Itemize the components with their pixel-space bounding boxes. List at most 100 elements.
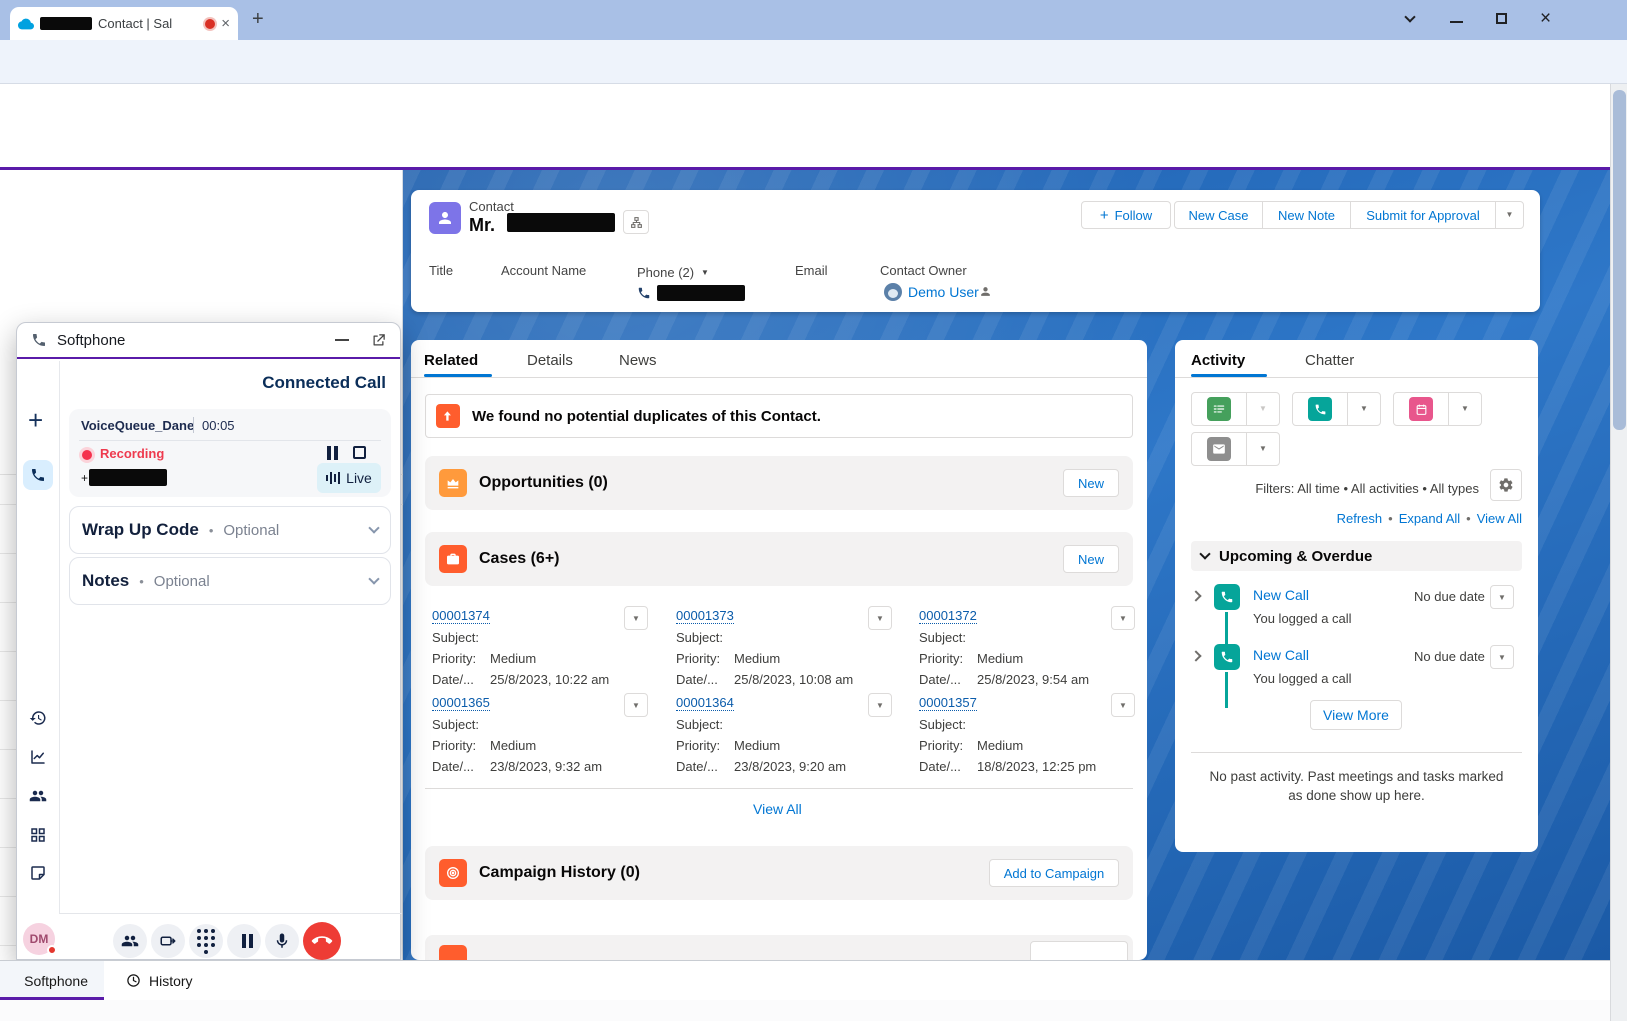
expand-item-icon[interactable] xyxy=(1190,590,1201,601)
tab-details[interactable]: Details xyxy=(527,352,573,369)
change-owner-icon[interactable] xyxy=(979,285,992,298)
softphone-title: Softphone xyxy=(57,332,125,349)
page-scrollbar[interactable] xyxy=(1610,84,1627,1021)
window-maximize-icon[interactable] xyxy=(1496,13,1507,24)
utility-tab-history[interactable]: History xyxy=(116,961,203,1000)
agent-avatar[interactable]: DM xyxy=(23,923,55,955)
new-event-button[interactable] xyxy=(1394,393,1448,425)
case-number-link[interactable]: 00001364 xyxy=(676,695,734,711)
priority-value: Medium xyxy=(490,738,536,753)
expand-all-link[interactable]: Expand All xyxy=(1399,511,1460,526)
call-history-icon[interactable] xyxy=(29,709,47,727)
mute-button[interactable] xyxy=(265,924,299,958)
field-label-phone[interactable]: Phone (2) xyxy=(637,265,694,280)
window-minimize-icon[interactable] xyxy=(1450,21,1463,23)
wrapup-code-section[interactable]: Wrap Up Code • Optional xyxy=(69,506,391,554)
case-row-dropdown[interactable]: ▼ xyxy=(1111,693,1135,717)
email-button[interactable] xyxy=(1192,433,1246,465)
utility-bar: Softphone History xyxy=(0,960,1627,1000)
opportunities-title[interactable]: Opportunities (0) xyxy=(479,474,608,492)
popout-icon[interactable] xyxy=(371,333,386,348)
transfer-button[interactable] xyxy=(151,924,185,958)
stats-chart-icon[interactable] xyxy=(29,748,47,766)
case-number-link[interactable]: 00001365 xyxy=(432,695,490,711)
hold-button[interactable] xyxy=(227,924,261,958)
campaign-title[interactable]: Campaign History (0) xyxy=(479,864,640,882)
new-opportunity-button[interactable]: New xyxy=(1063,469,1119,497)
more-actions-dropdown-icon[interactable]: ▼ xyxy=(1495,202,1523,228)
expand-item-icon[interactable] xyxy=(1190,650,1201,661)
case-number-link[interactable]: 00001357 xyxy=(919,695,977,711)
utility-softphone-label: Softphone xyxy=(24,973,88,989)
task-dropdown-icon[interactable]: ▼ xyxy=(1246,393,1279,425)
call-dropdown-icon[interactable]: ▼ xyxy=(1347,393,1380,425)
cases-title[interactable]: Cases (6+) xyxy=(479,550,560,568)
name-time-divider xyxy=(193,417,194,433)
waveform-icon xyxy=(326,472,340,484)
expand-notes-icon[interactable] xyxy=(368,573,379,584)
pause-recording-icon[interactable] xyxy=(327,446,331,460)
tab-activity[interactable]: Activity xyxy=(1191,352,1245,369)
tab-chatter[interactable]: Chatter xyxy=(1305,352,1354,369)
contacts-people-icon[interactable] xyxy=(29,787,47,805)
phone-tab-button[interactable] xyxy=(23,460,53,490)
add-to-campaign-button[interactable]: Add to Campaign xyxy=(989,859,1119,887)
cases-view-all-link[interactable]: View All xyxy=(753,801,802,817)
minimize-icon[interactable] xyxy=(335,339,349,341)
new-note-button[interactable]: New Note xyxy=(1262,202,1350,228)
case-row-dropdown[interactable]: ▼ xyxy=(624,606,648,630)
upcoming-overdue-header[interactable]: Upcoming & Overdue xyxy=(1191,541,1522,571)
view-all-link[interactable]: View All xyxy=(1477,511,1522,526)
case-row-dropdown[interactable]: ▼ xyxy=(624,693,648,717)
phone-dropdown-icon[interactable]: ▼ xyxy=(701,269,709,277)
hierarchy-button[interactable] xyxy=(623,210,649,234)
activity-item-title[interactable]: New Call xyxy=(1253,647,1309,663)
new-task-button[interactable] xyxy=(1192,393,1246,425)
new-tab-button[interactable]: + xyxy=(252,8,264,31)
activity-item-dropdown[interactable]: ▼ xyxy=(1490,585,1514,609)
add-call-button[interactable]: + xyxy=(28,407,43,433)
notes-icon[interactable] xyxy=(29,864,47,882)
end-call-button[interactable] xyxy=(303,922,341,960)
tab-close-icon[interactable]: × xyxy=(221,16,230,31)
window-close-icon[interactable]: × xyxy=(1540,8,1551,30)
event-dropdown-icon[interactable]: ▼ xyxy=(1448,393,1481,425)
utility-tab-softphone[interactable]: Softphone xyxy=(0,961,104,1000)
browser-tab[interactable]: Contact | Sal × xyxy=(10,7,238,40)
row-divider xyxy=(0,553,16,554)
filters-gear-button[interactable] xyxy=(1490,469,1522,501)
case-number-link[interactable]: 00001372 xyxy=(919,608,977,624)
stop-recording-icon[interactable] xyxy=(353,446,366,459)
subject-label: Subject: xyxy=(676,630,734,645)
new-case-button[interactable]: New xyxy=(1063,545,1119,573)
case-number-link[interactable]: 00001373 xyxy=(676,608,734,624)
conference-button[interactable] xyxy=(113,924,147,958)
submit-for-approval-button[interactable]: Submit for Approval xyxy=(1350,202,1495,228)
follow-button[interactable]: + Follow xyxy=(1081,201,1171,229)
activity-item-dropdown[interactable]: ▼ xyxy=(1490,645,1514,669)
case-number-link[interactable]: 00001374 xyxy=(432,608,490,624)
view-more-button[interactable]: View More xyxy=(1310,700,1402,730)
apps-grid-icon[interactable] xyxy=(29,826,47,844)
new-case-button[interactable]: New Case xyxy=(1175,202,1262,228)
case-row-dropdown[interactable]: ▼ xyxy=(1111,606,1135,630)
tab-search-icon[interactable] xyxy=(1404,11,1415,22)
recording-label: Recording xyxy=(100,446,164,461)
redacted-text xyxy=(40,17,92,30)
case-row-dropdown[interactable]: ▼ xyxy=(868,606,892,630)
activity-item-title[interactable]: New Call xyxy=(1253,587,1309,603)
section-button-clipped[interactable] xyxy=(1030,941,1128,960)
scrollbar-thumb[interactable] xyxy=(1613,90,1626,430)
log-call-button[interactable] xyxy=(1293,393,1347,425)
case-row-dropdown[interactable]: ▼ xyxy=(868,693,892,717)
field-label-owner: Contact Owner xyxy=(880,263,967,278)
expand-wrapup-icon[interactable] xyxy=(368,522,379,533)
dialpad-button[interactable] xyxy=(189,924,223,958)
email-dropdown-icon[interactable]: ▼ xyxy=(1246,433,1279,465)
notes-section[interactable]: Notes • Optional xyxy=(69,557,391,605)
refresh-link[interactable]: Refresh xyxy=(1337,511,1383,526)
tab-related[interactable]: Related xyxy=(424,352,478,369)
opportunities-section-header: Opportunities (0) New xyxy=(425,456,1133,510)
tab-news[interactable]: News xyxy=(619,352,657,369)
owner-link[interactable]: Demo User xyxy=(908,284,979,300)
